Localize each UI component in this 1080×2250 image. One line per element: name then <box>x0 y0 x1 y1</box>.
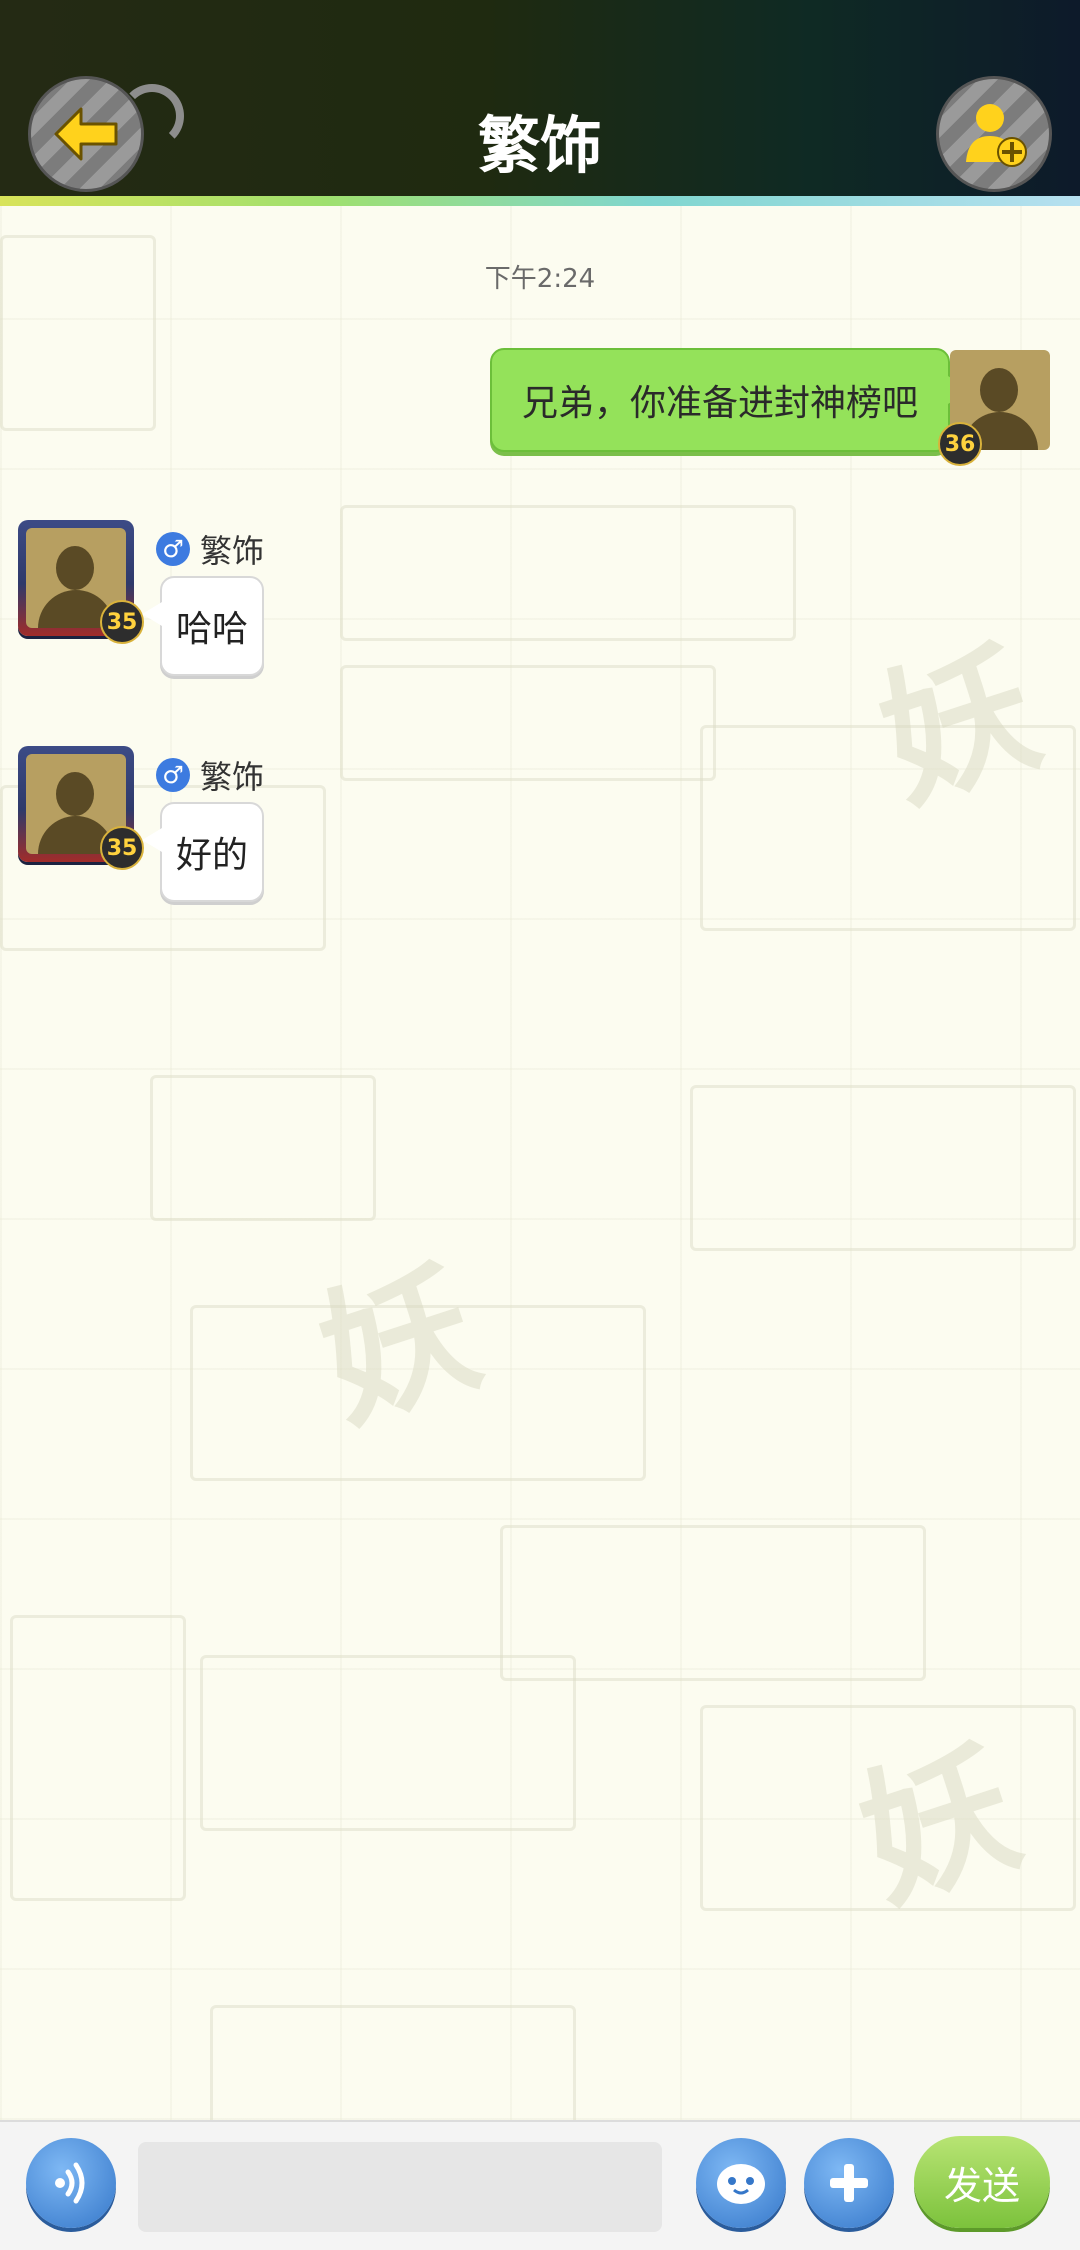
male-icon: ♂ <box>156 532 190 566</box>
page-title: 繁饰 <box>477 109 602 182</box>
level-badge: 36 <box>938 422 982 466</box>
avatar-silhouette <box>56 772 94 816</box>
add-friend-icon <box>966 104 1027 167</box>
emoji-icon <box>717 2164 765 2204</box>
input-bar: 发送 <box>0 2120 1080 2250</box>
sender-name-label: 繁饰 <box>200 758 265 796</box>
sent-message-bubble[interactable]: 兄弟，你准备进封神榜吧 <box>489 348 971 452</box>
voice-icon <box>55 2162 85 2204</box>
male-icon: ♂ <box>156 758 190 792</box>
emoji-button[interactable] <box>696 2138 786 2228</box>
message-timestamp: 下午2:24 <box>484 264 596 294</box>
level-badge: 35 <box>100 600 144 644</box>
sender-name: ♂ 繁饰 <box>156 752 264 798</box>
header-divider <box>0 196 1080 206</box>
received-message-bubble[interactable]: 哈哈 <box>141 576 265 676</box>
sender-name: ♂ 繁饰 <box>156 526 264 572</box>
plus-icon <box>830 2164 868 2202</box>
chat-background: 妖 妖 妖 <box>0 205 1080 2151</box>
avatar-silhouette <box>980 368 1018 412</box>
level-badge: 35 <box>100 826 144 870</box>
avatar-silhouette <box>56 546 94 590</box>
send-button[interactable]: 发送 <box>914 2136 1050 2228</box>
more-button[interactable] <box>804 2138 894 2228</box>
sender-name-label: 繁饰 <box>200 532 265 570</box>
message-input[interactable] <box>138 2142 662 2232</box>
add-friend-button[interactable] <box>936 76 1052 192</box>
received-message-bubble[interactable]: 好的 <box>141 802 265 902</box>
top-bar: 繁饰 <box>0 0 1080 200</box>
voice-button[interactable] <box>26 2138 116 2228</box>
